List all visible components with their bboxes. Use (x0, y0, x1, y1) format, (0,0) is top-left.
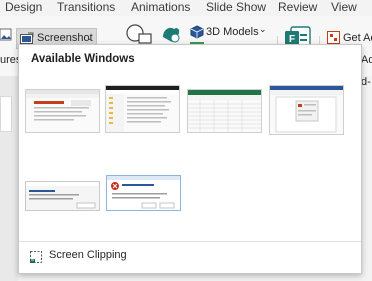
pictures-icon[interactable] (0, 28, 12, 42)
3d-models-label[interactable]: 3D Models (206, 26, 259, 38)
window-thumbnail[interactable] (25, 181, 100, 211)
window-thumbnail[interactable] (106, 175, 181, 211)
document-window-preview (270, 86, 343, 133)
window-thumbnail[interactable] (187, 89, 262, 133)
get-add-ins-label[interactable]: Get Ad (343, 32, 372, 44)
chevron-down-icon[interactable]: ⌄ (259, 24, 267, 35)
screen-clipping-button[interactable]: Screen Clipping (49, 249, 127, 261)
error-dialog-window-preview (106, 175, 181, 211)
dialog-window-preview (25, 181, 100, 211)
file-explorer-window-preview (106, 86, 179, 132)
tab-review[interactable]: Review (278, 0, 317, 14)
my-add-ins-label[interactable]: Ad (361, 54, 372, 66)
icons-icon[interactable] (160, 23, 182, 45)
tab-design[interactable]: Design (5, 0, 42, 14)
window-thumbnail[interactable] (269, 85, 344, 135)
add-ins-label-partial[interactable]: d- (361, 76, 371, 88)
3d-models-icon[interactable] (190, 25, 204, 39)
tab-slide-show[interactable]: Slide Show (206, 0, 266, 14)
window-thumbnail[interactable] (105, 85, 180, 133)
window-thumbnail[interactable] (25, 89, 100, 133)
add-ins-icon[interactable] (327, 31, 340, 44)
slide-thumbnail[interactable] (0, 96, 12, 132)
ribbon-tab-bar: Design Transitions Animations Slide Show… (0, 0, 372, 16)
shapes-icon[interactable] (125, 22, 153, 44)
tab-animations[interactable]: Animations (131, 0, 190, 14)
available-windows-heading: Available Windows (31, 53, 135, 65)
menu-divider (19, 241, 361, 242)
spreadsheet-window-preview (188, 90, 261, 132)
tab-view[interactable]: View (331, 0, 357, 14)
tab-transitions[interactable]: Transitions (57, 0, 115, 14)
screen-clipping-icon (30, 251, 42, 263)
chevron-down-icon: ⌄ (86, 32, 94, 42)
screenshot-dropdown: Available Windows Screen Clipping (18, 44, 362, 274)
browser-window-preview (26, 90, 99, 121)
screenshot-label: Screenshot (37, 32, 93, 44)
